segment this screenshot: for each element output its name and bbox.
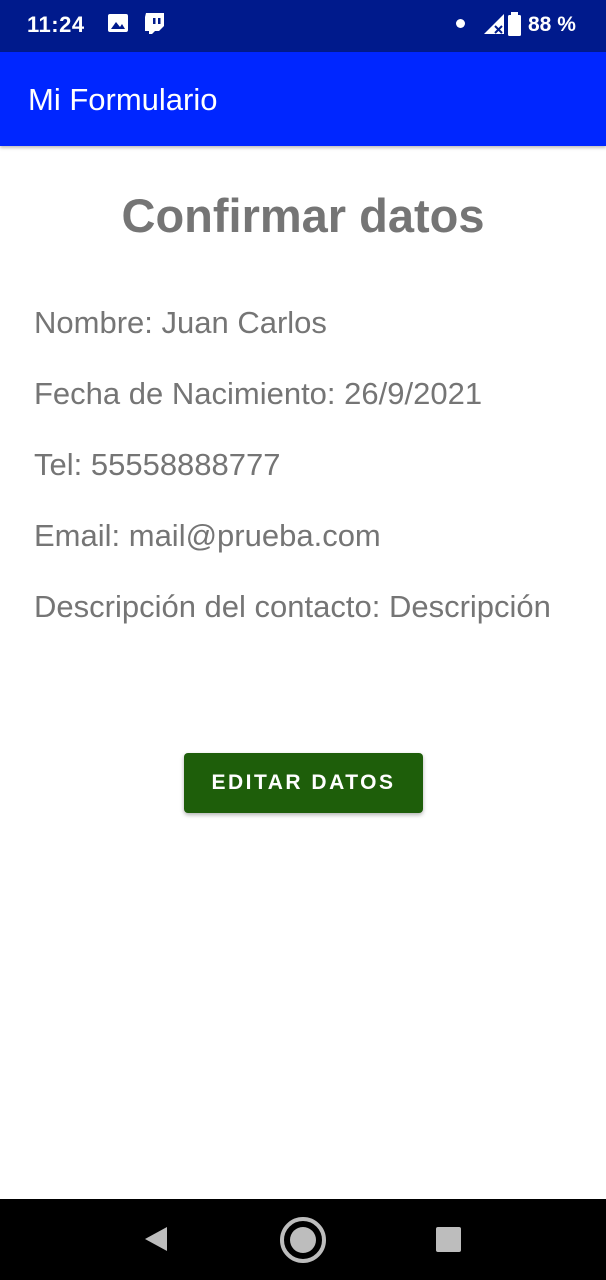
- battery-icon: [507, 12, 522, 42]
- name-text: Nombre: Juan Carlos: [34, 305, 327, 340]
- edit-data-button[interactable]: EDITAR DATOS: [184, 753, 423, 813]
- signal-icon: [482, 12, 506, 41]
- email-text: Email: mail@prueba.com: [34, 518, 381, 553]
- app-bar: Mi Formulario: [0, 52, 606, 146]
- status-time: 11:24: [27, 12, 85, 37]
- image-icon: [107, 12, 129, 39]
- birth-date-text: Fecha de Nacimiento: 26/9/2021: [34, 376, 483, 411]
- app-title: Mi Formulario: [28, 82, 218, 117]
- page-title: Confirmar datos: [121, 189, 485, 242]
- status-bar: 11:24 88 %: [0, 0, 606, 52]
- tel-text: Tel: 55558888777: [34, 447, 281, 482]
- screen: 11:24 88 % Mi Formulario Confirmar datos…: [0, 0, 606, 1280]
- dot-icon: [456, 19, 465, 28]
- twitch-icon: [143, 12, 166, 41]
- back-icon[interactable]: [143, 1225, 169, 1258]
- home-icon[interactable]: [279, 1216, 327, 1269]
- battery-percent: 88 %: [528, 13, 576, 36]
- navigation-bar: [0, 1199, 606, 1280]
- recents-icon[interactable]: [436, 1227, 461, 1252]
- description-text: Descripción del contacto: Descripción: [34, 589, 551, 624]
